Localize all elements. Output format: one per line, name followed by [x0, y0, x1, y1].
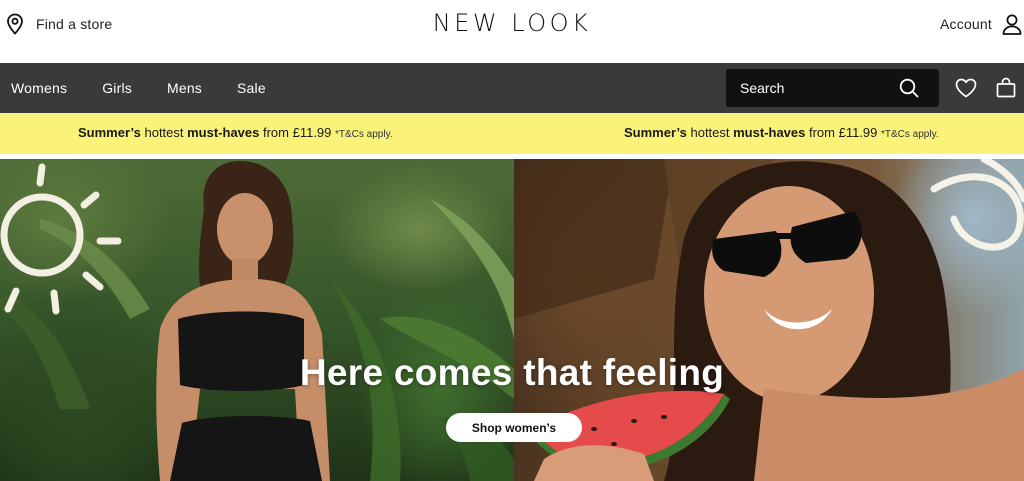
promo-message[interactable]: Summer’s hottest must-haves from £11.99 … — [624, 125, 939, 140]
hero-image-left — [0, 159, 514, 481]
sunglasses-model-illustration — [514, 159, 1024, 481]
tropical-model-illustration — [0, 161, 514, 481]
new-look-logo[interactable]: NEW LOOK — [0, 9, 1024, 37]
hero-headline: Here comes that feeling — [299, 352, 725, 393]
promo-price-text: from £11.99 — [805, 125, 882, 140]
terms-note: *T&Cs apply. — [881, 129, 939, 140]
nav-item-girls[interactable]: Girls — [102, 80, 132, 96]
hero-image-right — [514, 159, 1024, 481]
top-header: Find a store NEW LOOK Account — [0, 0, 1024, 63]
search-input[interactable] — [740, 80, 890, 96]
nav-item-mens[interactable]: Mens — [167, 80, 202, 96]
promo-message[interactable]: Summer’s hottest must-haves from £11.99 … — [78, 125, 393, 140]
promo-text: hottest — [140, 125, 188, 140]
search-icon[interactable] — [899, 78, 919, 98]
hero-banner[interactable]: Here comes that feeling Shop women’s — [0, 159, 1024, 481]
promo-banner[interactable]: Summer’s hottest must-haves from £11.99 … — [0, 113, 1024, 154]
nav-item-sale[interactable]: Sale — [237, 80, 266, 96]
promo-text-bold: Summer’s — [78, 125, 141, 140]
heart-icon[interactable] — [955, 78, 977, 98]
promo-text-bold: must-haves — [733, 125, 806, 140]
account-label: Account — [940, 16, 992, 32]
swirl-doodle — [930, 159, 1024, 251]
main-navigation: Womens Girls Mens Sale — [0, 63, 1024, 113]
shopping-bag-icon[interactable] — [996, 77, 1016, 98]
nav-item-womens[interactable]: Womens — [11, 80, 67, 96]
search-bar — [726, 69, 939, 107]
nav-links: Womens Girls Mens Sale — [11, 63, 301, 113]
promo-text-bold: must-haves — [187, 125, 260, 140]
terms-note: *T&Cs apply. — [335, 129, 393, 140]
shop-womens-button[interactable]: Shop women’s — [446, 413, 582, 442]
promo-text: hottest — [686, 125, 734, 140]
model-figure — [156, 161, 330, 481]
promo-price-text: from £11.99 — [259, 125, 336, 140]
user-icon — [1002, 14, 1022, 35]
promo-text-bold: Summer’s — [624, 125, 687, 140]
account-link[interactable]: Account — [940, 12, 1022, 36]
